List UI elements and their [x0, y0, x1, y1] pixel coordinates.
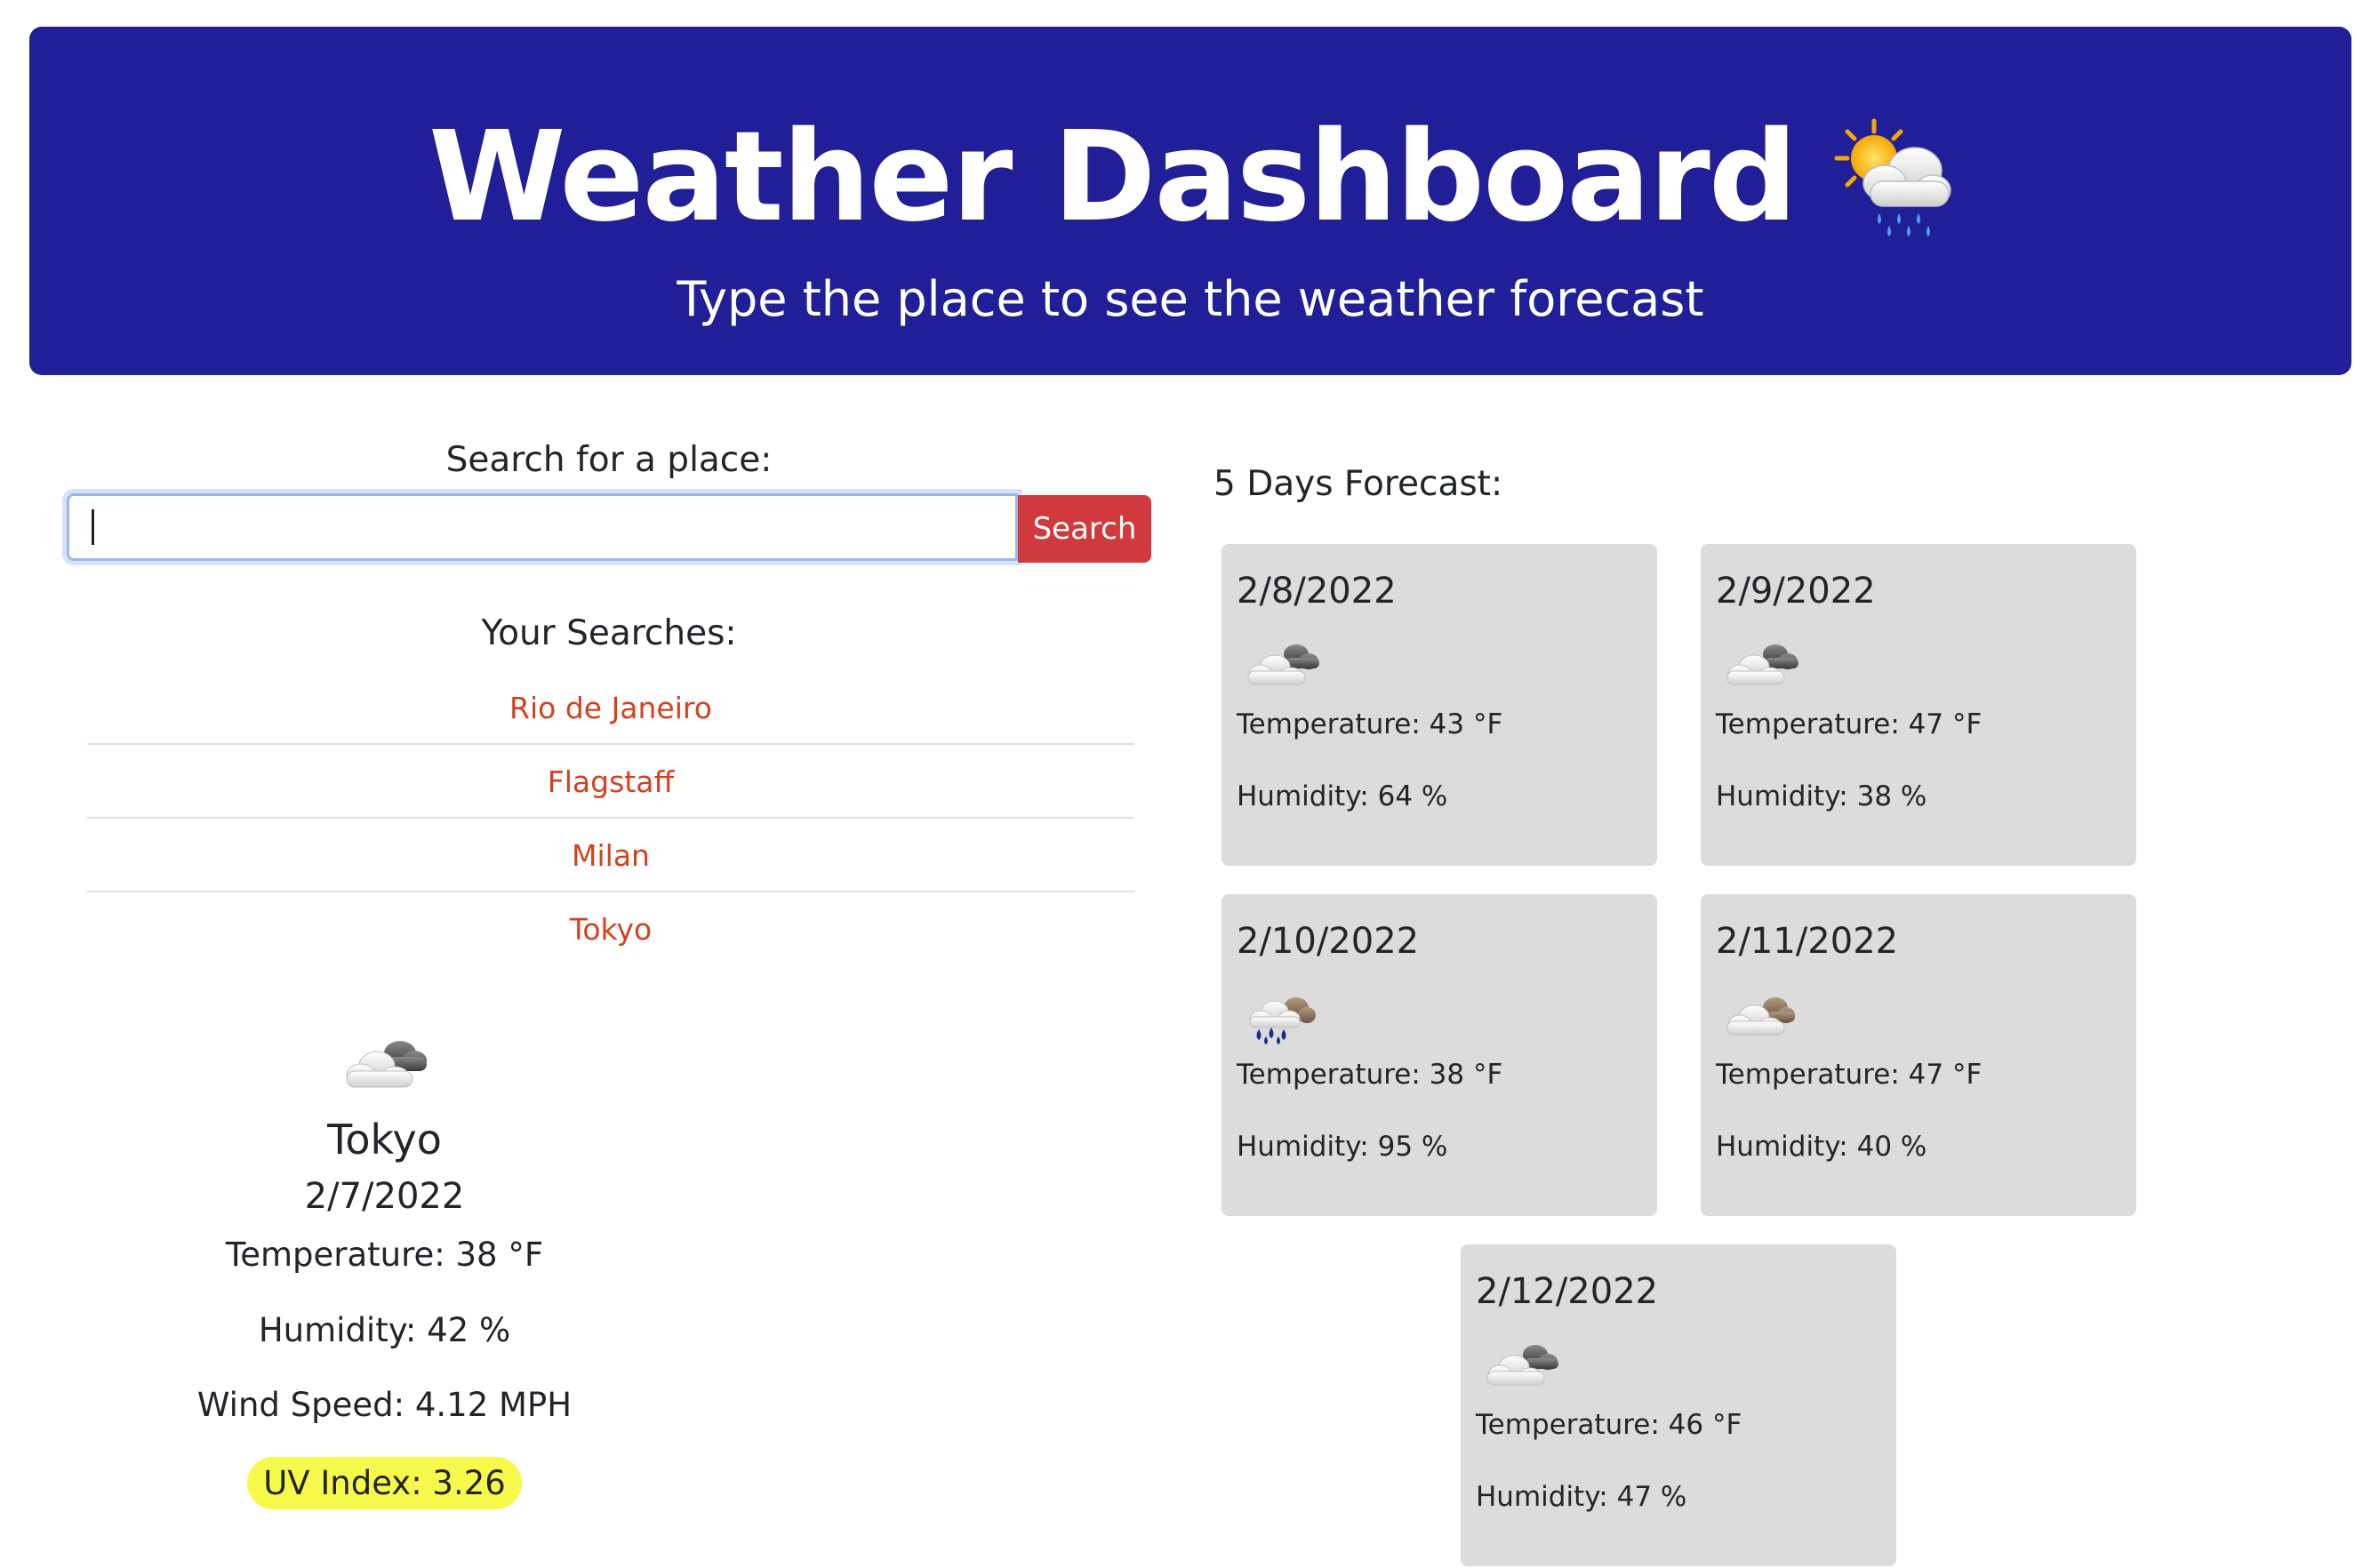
cloudy-icon	[336, 1027, 434, 1098]
forecast-humidity: Humidity: 47 %	[1476, 1481, 1687, 1513]
forecast-card: 2/11/2022 Temperature: 47 °F Humidity: 4…	[1701, 894, 2136, 1216]
broken-clouds-icon	[1478, 1333, 1567, 1396]
current-city: Tokyo	[327, 1116, 442, 1164]
broken-clouds-icon	[1718, 633, 1807, 695]
forecast-temperature: Temperature: 38 °F	[1237, 1059, 1503, 1091]
forecast-date: 2/12/2022	[1476, 1271, 1659, 1312]
forecast-temperature: Temperature: 46 °F	[1476, 1409, 1742, 1441]
search-history-item[interactable]: Flagstaff	[87, 745, 1134, 819]
search-input[interactable]	[67, 493, 1018, 561]
forecast-humidity: Humidity: 40 %	[1716, 1131, 1927, 1163]
forecast-humidity: Humidity: 38 %	[1716, 780, 1927, 812]
forecast-humidity: Humidity: 95 %	[1237, 1131, 1448, 1163]
current-humidity: Humidity: 42 %	[258, 1310, 511, 1349]
forecast-temperature: Temperature: 47 °F	[1716, 708, 1982, 740]
forecast-card: 2/12/2022 Temperature: 46 °F Humidity: 4…	[1461, 1244, 1896, 1566]
forecast-date: 2/11/2022	[1716, 921, 1899, 962]
current-temperature: Temperature: 38 °F	[225, 1236, 544, 1275]
search-history-list: Rio de Janeiro Flagstaff Milan Tokyo	[87, 671, 1134, 966]
forecast-card: 2/8/2022 Temperature: 43 °F Humidity: 64…	[1222, 544, 1657, 866]
broken-clouds-icon	[1239, 633, 1328, 695]
forecast-date: 2/10/2022	[1237, 921, 1420, 962]
header-title-row: Weather Dashboard	[29, 116, 2351, 240]
search-history-item[interactable]: Rio de Janeiro	[87, 671, 1134, 745]
forecast-date: 2/8/2022	[1237, 571, 1397, 612]
current-weather: Tokyo 2/7/2022 Temperature: 38 °F Humidi…	[116, 1027, 653, 1510]
forecast-date: 2/9/2022	[1716, 571, 1876, 612]
current-date: 2/7/2022	[304, 1176, 465, 1218]
forecast-card: 2/10/2022 Temperature: 38 °F Humidity: 9…	[1222, 894, 1657, 1216]
text-caret	[92, 509, 94, 545]
page-title: Weather Dashboard	[429, 105, 1798, 250]
cloudy-night-icon	[1718, 983, 1807, 1045]
sun-behind-rain-cloud-icon	[1828, 116, 1952, 240]
current-wind-speed: Wind Speed: 4.12 MPH	[196, 1385, 573, 1424]
rain-night-icon	[1239, 983, 1328, 1045]
forecast-label: 5 Days Forecast:	[1214, 464, 1503, 504]
uv-index-badge: UV Index: 3.26	[247, 1457, 522, 1510]
page-subtitle: Type the place to see the weather foreca…	[677, 271, 1704, 327]
forecast-temperature: Temperature: 47 °F	[1716, 1059, 1982, 1091]
header-banner: Weather Dashboard Type the place to see …	[29, 27, 2351, 375]
search-label: Search for a place:	[445, 440, 773, 480]
search-history-label: Your Searches:	[481, 613, 737, 653]
search-button[interactable]: Search	[1018, 495, 1151, 563]
search-history-item[interactable]: Tokyo	[87, 892, 1134, 966]
search-history-item[interactable]: Milan	[87, 819, 1134, 892]
forecast-temperature: Temperature: 43 °F	[1237, 708, 1503, 740]
forecast-card: 2/9/2022 Temperature: 47 °F Humidity: 38…	[1701, 544, 2136, 866]
forecast-humidity: Humidity: 64 %	[1237, 780, 1448, 812]
